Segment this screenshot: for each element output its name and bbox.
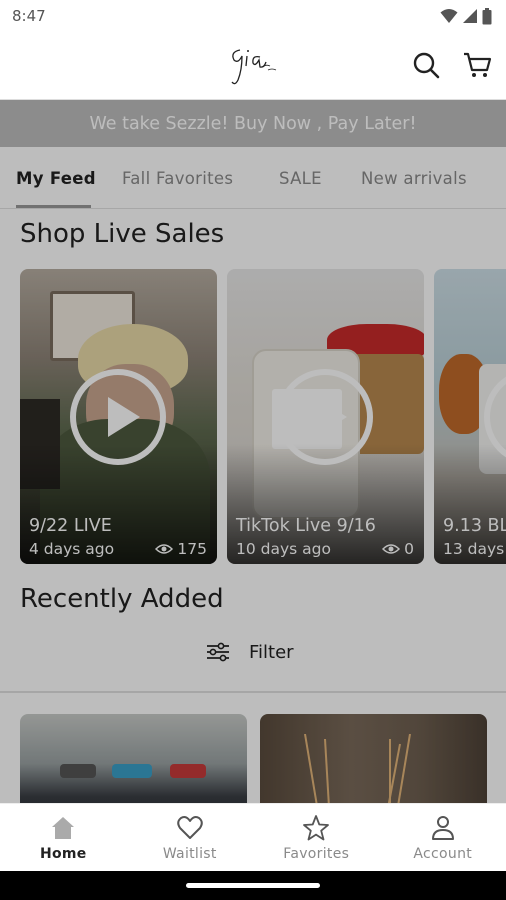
nav-label: Account bbox=[413, 846, 473, 862]
nav-label: Favorites bbox=[283, 846, 350, 862]
section-title-recently-added: Recently Added bbox=[20, 584, 224, 614]
product-image-detail bbox=[112, 764, 152, 778]
category-tabs: My Feed Fall Favorites SALE New arrivals bbox=[0, 147, 506, 209]
filter-sliders-icon bbox=[207, 642, 229, 662]
card-title: 9.13 BL bbox=[443, 516, 506, 536]
promo-banner[interactable]: We take Sezzle! Buy Now , Pay Later! bbox=[0, 100, 506, 147]
card-age: 4 days ago bbox=[29, 540, 115, 558]
active-tab-indicator bbox=[16, 205, 91, 208]
card-age: 13 days bbox=[443, 540, 505, 558]
card-title: TikTok Live 9/16 bbox=[236, 516, 376, 536]
star-icon bbox=[303, 815, 330, 841]
nav-label: Home bbox=[39, 846, 87, 862]
nav-waitlist[interactable]: Waitlist bbox=[127, 804, 254, 871]
product-image-detail bbox=[60, 764, 96, 778]
tab-my-feed[interactable]: My Feed bbox=[16, 169, 96, 188]
eye-icon bbox=[382, 544, 401, 554]
nav-account[interactable]: Account bbox=[380, 804, 506, 871]
account-icon bbox=[431, 816, 454, 840]
tab-fall-favorites[interactable]: Fall Favorites bbox=[122, 169, 233, 188]
section-title-live-sales: Shop Live Sales bbox=[20, 219, 225, 249]
signal-icon bbox=[463, 9, 477, 23]
filter-label: Filter bbox=[249, 641, 294, 663]
product-card[interactable] bbox=[260, 714, 487, 803]
bottom-navigation: Home Waitlist Favorites Account bbox=[0, 803, 506, 871]
play-icon[interactable] bbox=[68, 367, 168, 467]
system-gesture-bar bbox=[0, 871, 506, 900]
live-sale-card[interactable]: 9/22 LIVE 4 days ago 175 bbox=[20, 269, 217, 564]
play-icon[interactable] bbox=[275, 367, 375, 467]
card-title: 9/22 LIVE bbox=[29, 516, 112, 536]
play-icon[interactable] bbox=[482, 367, 506, 467]
status-bar: 8:47 bbox=[0, 0, 506, 32]
status-icons bbox=[440, 7, 492, 25]
filter-button[interactable]: Filter bbox=[205, 641, 294, 663]
eye-icon bbox=[155, 544, 174, 554]
product-image bbox=[20, 714, 247, 803]
product-card[interactable] bbox=[20, 714, 247, 803]
heart-icon bbox=[177, 816, 203, 839]
status-time: 8:47 bbox=[12, 7, 46, 25]
nav-favorites[interactable]: Favorites bbox=[253, 804, 380, 871]
product-image-detail bbox=[304, 734, 411, 803]
card-view-count: 175 bbox=[177, 540, 207, 558]
tab-new-arrivals[interactable]: New arrivals bbox=[361, 169, 467, 188]
battery-icon bbox=[482, 7, 492, 24]
section-divider bbox=[0, 691, 506, 693]
search-icon[interactable] bbox=[411, 50, 441, 80]
tab-sale[interactable]: SALE bbox=[279, 169, 322, 188]
card-age: 10 days ago bbox=[236, 540, 331, 558]
feed-content[interactable]: Shop Live Sales 9/22 LIVE 4 days ago 175 bbox=[0, 209, 506, 803]
card-views: 175 bbox=[155, 540, 207, 558]
cart-icon[interactable] bbox=[462, 50, 492, 80]
home-gesture-handle[interactable] bbox=[186, 883, 320, 888]
card-view-count: 0 bbox=[404, 540, 414, 558]
wifi-icon bbox=[440, 9, 458, 23]
card-views: 0 bbox=[382, 540, 414, 558]
live-sale-card[interactable]: 9.13 BL 13 days bbox=[434, 269, 506, 564]
brand-logo[interactable] bbox=[226, 40, 282, 90]
app-header bbox=[0, 32, 506, 100]
home-icon bbox=[52, 817, 75, 839]
live-sale-card[interactable]: TikTok Live 9/16 10 days ago 0 bbox=[227, 269, 424, 564]
product-image-detail bbox=[170, 764, 206, 778]
nav-label: Waitlist bbox=[162, 846, 217, 862]
nav-home[interactable]: Home bbox=[0, 804, 127, 871]
